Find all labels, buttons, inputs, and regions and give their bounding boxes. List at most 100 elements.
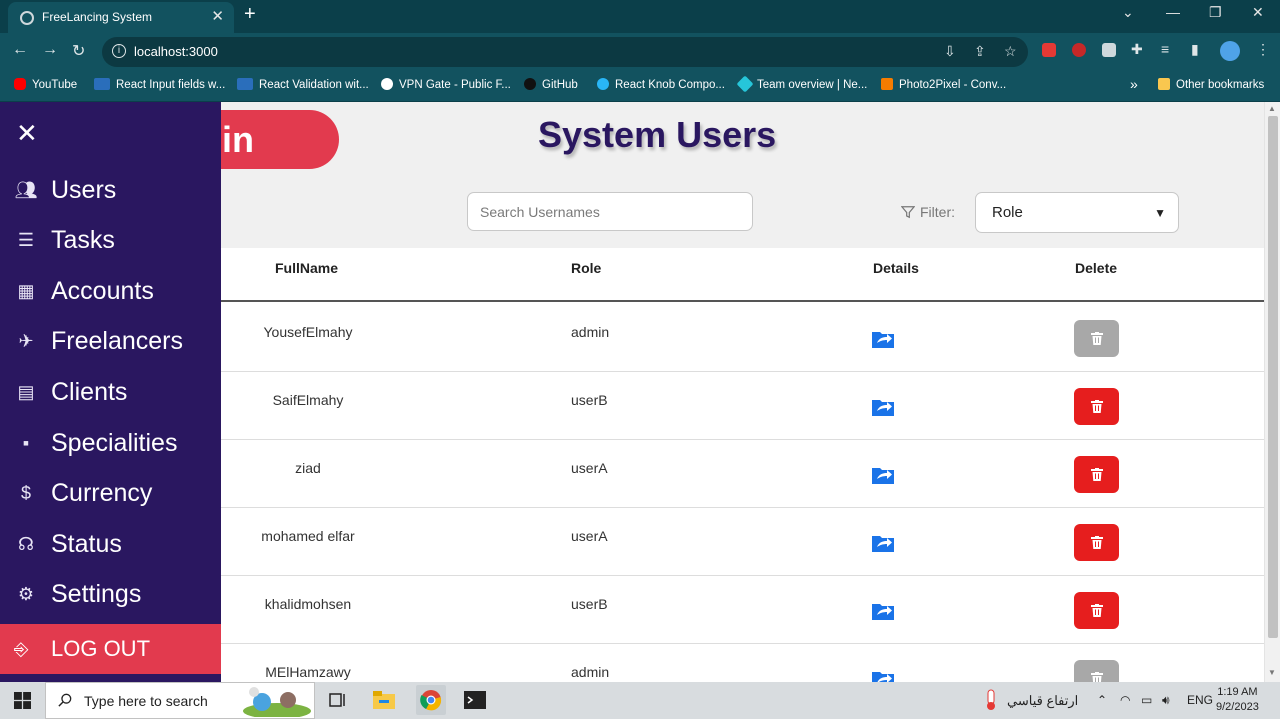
- users-table: FullName Role Details Delete YousefElmah…: [221, 248, 1264, 682]
- close-sidebar-icon[interactable]: ✕: [16, 120, 38, 146]
- details-folder-icon[interactable]: [872, 602, 894, 620]
- forward-icon[interactable]: →: [42, 41, 58, 59]
- role-filter-select[interactable]: Role ▼: [975, 192, 1179, 233]
- clock[interactable]: 1:19 AM 9/2/2023: [1216, 685, 1259, 715]
- sidebar-item-label: Clients: [51, 378, 128, 406]
- bookmark-vpn-gate[interactable]: VPN Gate - Public F...: [381, 78, 511, 91]
- column-header-fullname[interactable]: FullName: [275, 260, 338, 276]
- sidebar-item-freelancers[interactable]: ✈︎ Freelancers: [14, 327, 183, 356]
- bookmark-team-overview[interactable]: Team overview | Ne...: [736, 75, 867, 93]
- bookmark-photo2pixel[interactable]: Photo2Pixel - Conv...: [881, 78, 1006, 91]
- sidebar-item-users[interactable]: 👥︎ Users: [14, 176, 117, 205]
- share-icon[interactable]: ⇪: [974, 43, 986, 60]
- url-text: localhost:3000: [134, 44, 218, 59]
- bookmarks-bar: YouTube React Input fields w... React Va…: [0, 70, 1280, 102]
- tab-search-chevron-icon[interactable]: ⌄: [1122, 4, 1134, 21]
- bookmark-react-knob[interactable]: React Knob Compo...: [597, 78, 725, 91]
- react-favicon-icon: [20, 11, 34, 25]
- weather-scene-icon[interactable]: [240, 684, 314, 717]
- thermometer-icon[interactable]: [978, 688, 1004, 712]
- minimize-icon[interactable]: —: [1166, 4, 1180, 20]
- fullname-cell: YousefElmahy: [263, 324, 353, 340]
- delete-button[interactable]: [1074, 524, 1119, 561]
- sidebar-item-currency[interactable]: $ Currency: [14, 479, 152, 508]
- show-hidden-icons-icon[interactable]: ⌃: [1097, 693, 1107, 707]
- delete-button[interactable]: [1074, 388, 1119, 425]
- details-folder-icon[interactable]: [872, 466, 894, 484]
- column-header-details[interactable]: Details: [873, 260, 919, 276]
- details-folder-icon[interactable]: [872, 398, 894, 416]
- volume-icon[interactable]: 🔊︎: [1162, 693, 1170, 708]
- menu-kebab-icon[interactable]: ⋮: [1256, 41, 1270, 58]
- reading-list-icon[interactable]: ≡: [1161, 41, 1169, 57]
- search-input[interactable]: [467, 192, 753, 231]
- details-folder-icon[interactable]: [872, 330, 894, 348]
- filter-label: Filter:: [901, 204, 955, 220]
- page-scrollbar[interactable]: ▲ ▼: [1264, 102, 1280, 682]
- bookmark-github[interactable]: GitHub: [524, 78, 578, 91]
- globe-icon: [381, 78, 393, 90]
- fullname-cell: MElHamzawy: [265, 664, 351, 680]
- bookmark-react-validation[interactable]: React Validation wit...: [237, 78, 369, 91]
- app-viewport: in System Users Filter: Role ▼ FullName …: [0, 102, 1280, 682]
- ublock-icon[interactable]: [1072, 43, 1086, 57]
- battery-icon[interactable]: ▭: [1141, 693, 1152, 707]
- search-icon: [58, 693, 72, 707]
- bookmark-youtube[interactable]: YouTube: [14, 78, 77, 91]
- scroll-down-icon[interactable]: ▼: [1268, 668, 1276, 677]
- details-folder-icon[interactable]: [872, 534, 894, 552]
- task-view-icon[interactable]: [325, 688, 351, 712]
- restore-icon[interactable]: ❐: [1209, 4, 1222, 21]
- profile-avatar-icon[interactable]: [1220, 41, 1240, 61]
- more-bookmarks-icon[interactable]: »: [1130, 76, 1138, 92]
- mdn-icon: [94, 78, 110, 90]
- window-close-icon[interactable]: ✕: [1252, 4, 1264, 21]
- table-header: FullName Role Details Delete: [221, 248, 1264, 302]
- windows-start-icon[interactable]: [14, 692, 31, 709]
- delete-button[interactable]: [1074, 592, 1119, 629]
- column-header-role[interactable]: Role: [571, 260, 601, 276]
- table-row: SaifElmahy userB: [221, 372, 1264, 440]
- site-info-icon[interactable]: i: [112, 44, 126, 58]
- browser-tab[interactable]: FreeLancing System ✕: [8, 2, 234, 33]
- delete-button[interactable]: [1074, 456, 1119, 493]
- sidebar-item-specialities[interactable]: ▪ Specialities: [14, 429, 178, 458]
- extension-icon[interactable]: [1102, 43, 1116, 57]
- details-folder-icon[interactable]: [872, 670, 894, 682]
- trash-icon: [1090, 536, 1103, 549]
- other-bookmarks[interactable]: Other bookmarks: [1158, 78, 1264, 91]
- language-indicator[interactable]: ENG: [1187, 693, 1213, 707]
- chrome-taskbar-icon[interactable]: [416, 685, 446, 715]
- sidebar-item-status[interactable]: ☊ Status: [14, 530, 122, 559]
- bookmark-react-input[interactable]: React Input fields w...: [94, 78, 225, 91]
- reload-icon[interactable]: ↻: [72, 41, 85, 61]
- bookmark-star-icon[interactable]: ☆: [1004, 43, 1017, 60]
- scrollbar-thumb[interactable]: [1268, 116, 1278, 638]
- back-icon[interactable]: ←: [12, 41, 28, 59]
- close-tab-icon[interactable]: ✕: [211, 7, 224, 25]
- sidebar-item-accounts[interactable]: ▦ Accounts: [14, 277, 153, 306]
- page-title: System Users: [538, 114, 777, 155]
- column-header-delete[interactable]: Delete: [1075, 260, 1117, 276]
- new-tab-icon[interactable]: +: [244, 3, 256, 26]
- sidebar-item-settings[interactable]: ⚙︎ Settings: [14, 580, 141, 609]
- scroll-up-icon[interactable]: ▲: [1268, 104, 1276, 113]
- side-panel-icon[interactable]: ▮: [1191, 41, 1199, 58]
- table-row: khalidmohsen userB: [221, 576, 1264, 644]
- logout-button[interactable]: ⎆ LOG OUT: [0, 624, 221, 674]
- extension-icon[interactable]: [1042, 43, 1056, 57]
- role-cell: admin: [571, 324, 610, 340]
- delete-button[interactable]: [1074, 320, 1119, 357]
- file-explorer-icon[interactable]: [371, 688, 397, 712]
- install-icon[interactable]: ⇩: [944, 43, 956, 60]
- sidebar-item-tasks[interactable]: ☰ Tasks: [14, 226, 115, 255]
- extensions-puzzle-icon[interactable]: ✚: [1131, 41, 1143, 58]
- specialities-icon: ▪: [22, 433, 30, 453]
- address-bar[interactable]: i localhost:3000 ⇩ ⇪ ☆: [102, 37, 1028, 67]
- terminal-icon[interactable]: [462, 688, 488, 712]
- weather-text[interactable]: ارتفاع قياسي: [1007, 693, 1078, 709]
- delete-button[interactable]: [1074, 660, 1119, 682]
- browser-tabstrip: FreeLancing System ✕ + ⌄ — ❐ ✕: [0, 0, 1280, 33]
- sidebar-item-clients[interactable]: ▤ Clients: [14, 378, 127, 407]
- wifi-icon[interactable]: ◠: [1120, 693, 1130, 707]
